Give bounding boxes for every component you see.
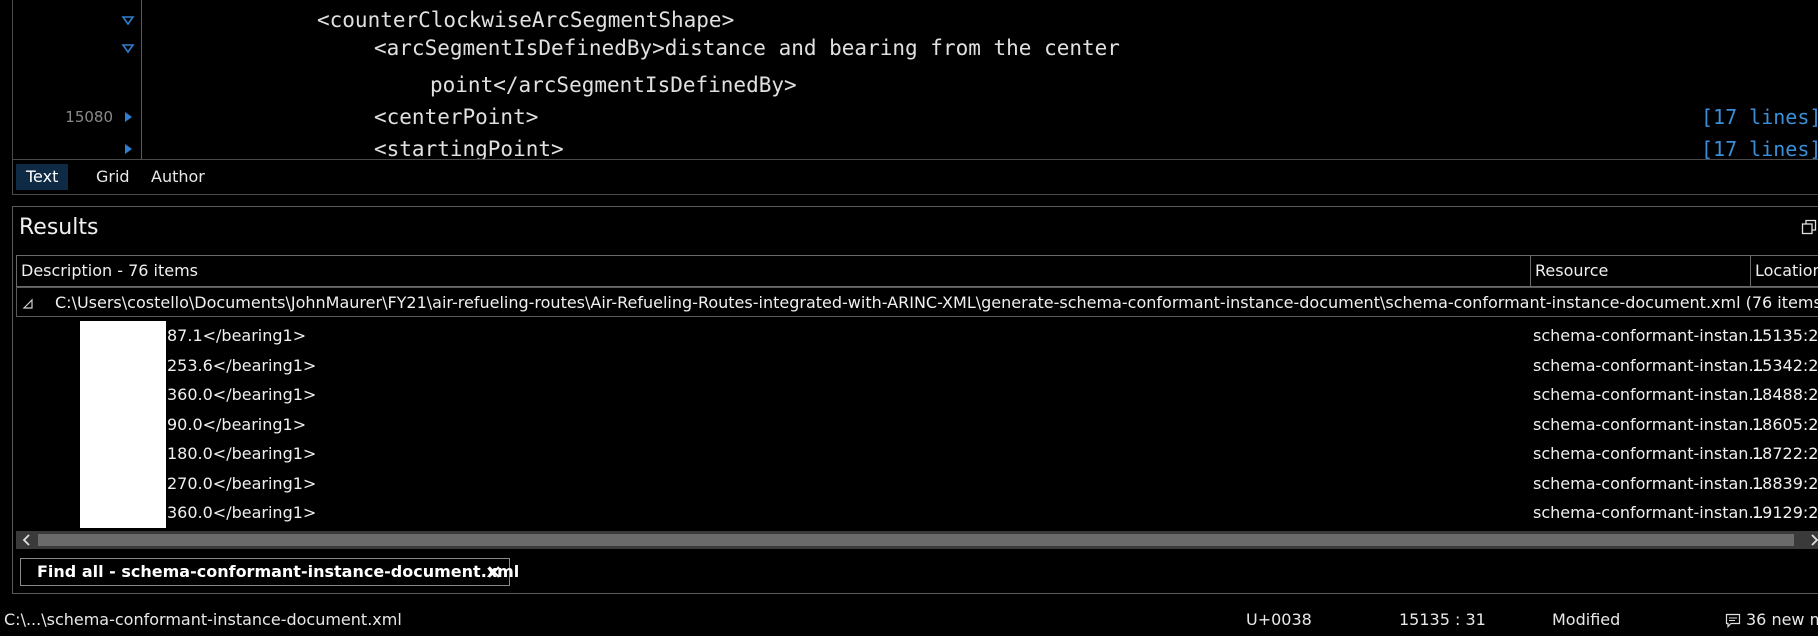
table-row[interactable]: 180.0</bearing1> schema-conformant-insta… [16, 439, 1818, 469]
fold-collapsed-icon[interactable] [121, 110, 135, 124]
row-resource: schema-conformant-instan... [1533, 474, 1764, 493]
code-line[interactable]: 15080 <centerPoint> [17 lines] [13, 101, 1818, 133]
results-title: Results [19, 215, 99, 240]
status-modified: Modified [1552, 610, 1621, 629]
table-row[interactable]: 270.0</bearing1> schema-conformant-insta… [16, 469, 1818, 499]
redacted-block [80, 469, 166, 499]
code-line[interactable]: <startingPoint> [17 lines] [13, 133, 1818, 159]
restore-window-icon[interactable] [1801, 219, 1817, 235]
row-description: 360.0</bearing1> [167, 385, 317, 404]
status-file-path: C:\...\schema-conformant-instance-docume… [4, 610, 402, 629]
table-row[interactable]: 253.6</bearing1> schema-conformant-insta… [16, 351, 1818, 381]
horizontal-scrollbar[interactable] [16, 531, 1818, 549]
scroll-left-icon[interactable] [20, 533, 34, 547]
results-panel: Results Description - 76 items Resource … [12, 206, 1818, 594]
close-icon[interactable] [487, 565, 501, 579]
find-all-results-tab[interactable]: Find all - schema-conformant-instance-do… [20, 558, 519, 586]
table-row[interactable]: 90.0</bearing1> schema-conformant-instan… [16, 410, 1818, 440]
table-row[interactable]: 360.0</bearing1> schema-conformant-insta… [16, 380, 1818, 410]
redacted-block [80, 410, 166, 440]
status-bar: C:\...\schema-conformant-instance-docume… [0, 604, 1818, 636]
code-line[interactable]: point</arcSegmentIsDefinedBy> [13, 69, 1818, 101]
results-table-header: Description - 76 items Resource Location [16, 255, 1818, 287]
redacted-block [80, 321, 166, 351]
collapse-triangle-icon[interactable] [22, 298, 34, 310]
row-location: 18488:21 [1752, 385, 1818, 404]
row-resource: schema-conformant-instan... [1533, 415, 1764, 434]
xml-editor[interactable]: <counterClockwiseArcSegmentShape> <arcSe… [12, 0, 1818, 159]
status-messages[interactable]: 36 new m [1746, 604, 1818, 636]
row-description: 87.1</bearing1> [167, 326, 307, 345]
scrollbar-thumb[interactable] [38, 534, 1794, 546]
row-location: 15342:21 [1752, 356, 1818, 375]
find-all-tab-label: Find all - schema-conformant-instance-do… [37, 562, 520, 581]
fold-expanded-icon[interactable] [121, 41, 135, 55]
table-row[interactable]: 360.0</bearing1> schema-conformant-insta… [16, 498, 1818, 528]
code-line[interactable]: <arcSegmentIsDefinedBy>distance and bear… [13, 32, 1818, 64]
line-number: 15080 [65, 108, 113, 126]
row-resource: schema-conformant-instan... [1533, 444, 1764, 463]
row-description: 253.6</bearing1> [167, 356, 317, 375]
table-row[interactable]: 87.1</bearing1> schema-conformant-instan… [16, 321, 1818, 351]
row-resource: schema-conformant-instan... [1533, 385, 1764, 404]
row-location: 15135:21 [1752, 326, 1818, 345]
tab-author[interactable]: Author [141, 164, 215, 190]
row-resource: schema-conformant-instan... [1533, 356, 1764, 375]
row-location: 18839:21 [1752, 474, 1818, 493]
column-resource[interactable]: Resource [1530, 256, 1750, 286]
code-text[interactable]: <arcSegmentIsDefinedBy>distance and bear… [374, 32, 1120, 64]
status-codepoint: U+0038 [1246, 610, 1312, 629]
fold-expanded-icon[interactable] [121, 13, 135, 27]
tab-text[interactable]: Text [16, 164, 69, 190]
status-cursor-position[interactable]: 15135 : 31 [1399, 604, 1486, 636]
redacted-block [80, 380, 166, 410]
result-group-row[interactable]: C:\Users\costello\Documents\JohnMaurer\F… [16, 287, 1818, 317]
code-text[interactable]: <centerPoint> [374, 101, 538, 133]
tab-grid[interactable]: Grid [86, 164, 140, 190]
row-location: 18722:21 [1752, 444, 1818, 463]
message-icon[interactable] [1725, 613, 1741, 628]
scroll-right-icon[interactable] [1807, 533, 1818, 547]
editor-mode-tabs: Text Grid Author [12, 159, 1818, 195]
collapsed-lines-marker[interactable]: [17 lines] [1701, 101, 1818, 133]
row-description: 90.0</bearing1> [167, 415, 307, 434]
redacted-block [80, 498, 166, 528]
collapsed-lines-marker[interactable]: [17 lines] [1701, 133, 1818, 159]
redacted-block [80, 351, 166, 381]
row-location: 18605:21 [1752, 415, 1818, 434]
row-resource: schema-conformant-instan... [1533, 503, 1764, 522]
code-text[interactable]: <startingPoint> [374, 133, 564, 159]
row-resource: schema-conformant-instan... [1533, 326, 1764, 345]
row-location: 19129:21 [1752, 503, 1818, 522]
row-description: 360.0</bearing1> [167, 503, 317, 522]
result-group-path: C:\Users\costello\Documents\JohnMaurer\F… [55, 293, 1818, 312]
column-description[interactable]: Description - 76 items [17, 256, 1530, 286]
row-description: 270.0</bearing1> [167, 474, 317, 493]
fold-collapsed-icon[interactable] [121, 142, 135, 156]
column-location[interactable]: Location [1750, 256, 1818, 286]
row-description: 180.0</bearing1> [167, 444, 317, 463]
code-text[interactable]: point</arcSegmentIsDefinedBy> [430, 69, 797, 101]
redacted-block [80, 439, 166, 469]
